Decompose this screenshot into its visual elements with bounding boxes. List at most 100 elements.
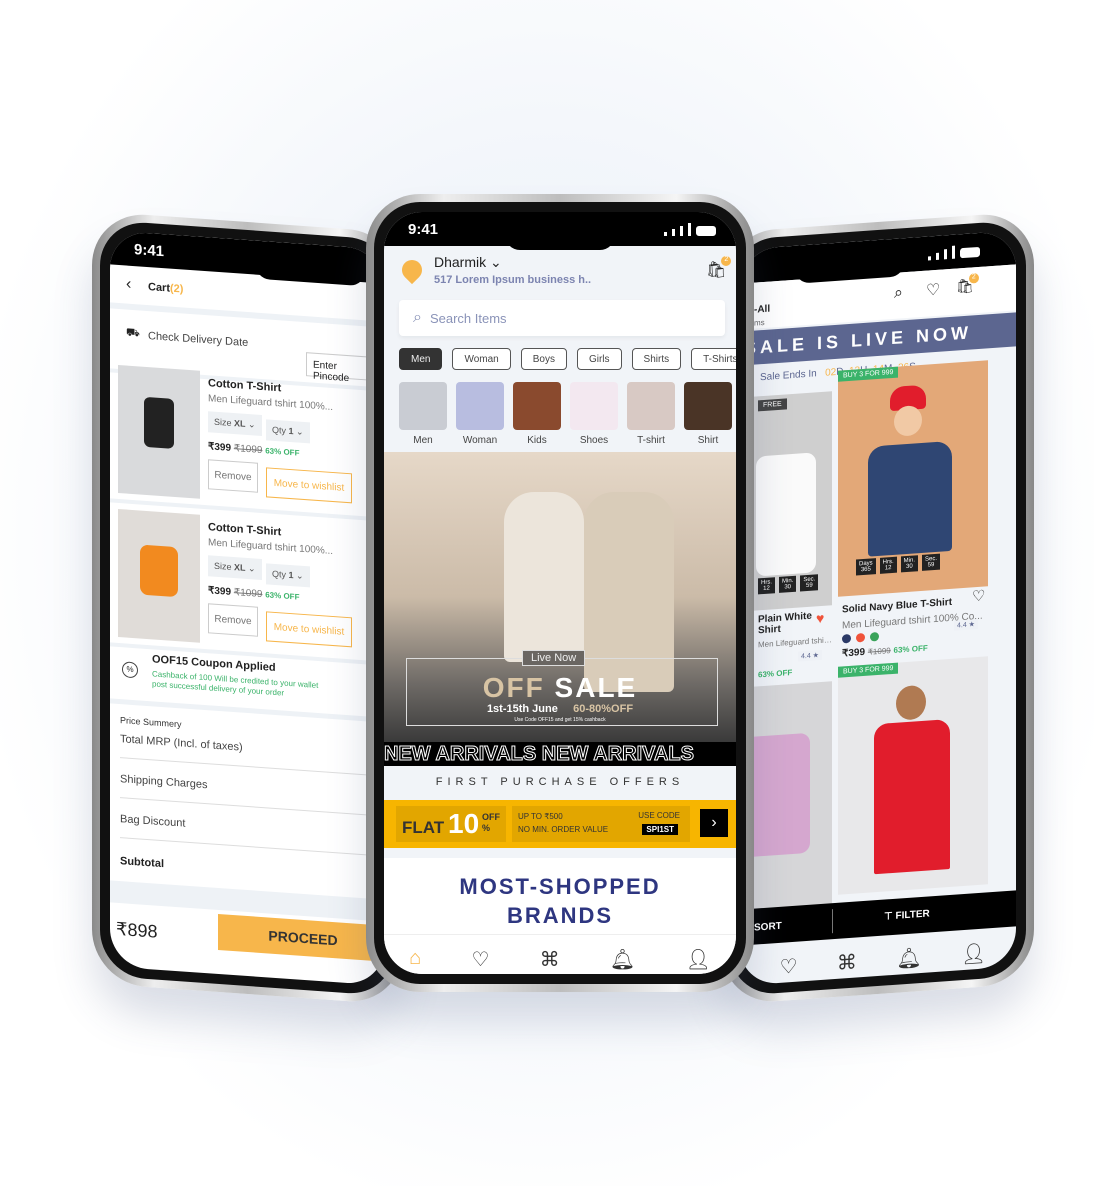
chip-woman[interactable]: Woman — [452, 348, 511, 370]
product-desc: Men Lifeguard tshirt 100%... — [758, 635, 832, 650]
sale-banner[interactable]: Live Now OFF SALE 1st-15th June 60-80%OF… — [384, 452, 736, 742]
dynamic-island — [505, 220, 615, 250]
item-discount: 63% OFF — [265, 446, 300, 458]
product-photo[interactable] — [118, 364, 200, 499]
heart-icon[interactable]: ♡ — [926, 280, 940, 301]
item-name: Cotton T-Shirt — [208, 521, 282, 539]
color-swatches[interactable] — [842, 631, 879, 644]
promo-code: SPI1ST — [642, 824, 678, 835]
product-price: ₹399 — [842, 646, 866, 660]
address: 517 Lorem Ipsum business h.. — [434, 274, 592, 286]
new-arrivals-marquee: NEW ARRIVALS NEW ARRIVALS — [384, 742, 736, 766]
summary-title: Price Summery — [120, 715, 182, 730]
cart-badge: 2 — [721, 256, 732, 266]
item-price: ₹399 — [208, 441, 232, 454]
delivery-label: Check Delivery Date — [148, 330, 249, 350]
center-phone-home: 9:41 Dharmik ⌄ 517 Lorem Ipsum business … — [366, 194, 754, 992]
search-icon[interactable]: ⌕ — [894, 284, 903, 303]
category-tshirt[interactable]: T-shirt — [627, 382, 675, 446]
first-purchase-offer[interactable]: FLAT 10 OFF% UP TO ₹500 NO MIN. ORDER VALUE… — [384, 800, 736, 848]
category-shoes[interactable]: Shoes — [570, 382, 618, 446]
subtotal-label: Subtotal — [120, 855, 164, 871]
user-name[interactable]: Dharmik ⌄ — [434, 254, 502, 271]
qty-select[interactable]: Qty 1 ⌄ — [266, 563, 310, 588]
home-screen: 9:41 Dharmik ⌄ 517 Lorem Ipsum business … — [384, 212, 736, 974]
sort-button[interactable]: SORT — [754, 921, 782, 934]
qty-select[interactable]: Qty 1 ⌄ — [266, 419, 310, 444]
offers-title: FIRST PURCHASE OFFERS — [435, 776, 685, 788]
bottom-nav: ⌂ ♡ ⌘ 🔔︎ 👤︎ — [384, 934, 736, 974]
timer-cell: Min. 30 — [779, 575, 797, 593]
product-name: Plain White Shirt — [758, 610, 812, 637]
cart-count: (2) — [170, 282, 184, 296]
status-time: 9:41 — [408, 221, 439, 238]
cart-icon[interactable]: 🛍 2 — [956, 272, 979, 295]
item-desc: Men Lifeguard tshirt 100%... — [208, 537, 334, 558]
product-photo[interactable]: BUY 3 FOR 999 Days 365 Hrs. 12 Min. 30 Sec.… — [838, 360, 988, 597]
grid-icon[interactable]: ⌘ — [837, 949, 857, 975]
product-photo[interactable] — [118, 508, 200, 643]
category-men[interactable]: Men — [399, 382, 447, 446]
timer-cell: Sec. 59 — [800, 574, 819, 592]
size-select[interactable]: Size XL ⌄ — [208, 555, 262, 581]
bell-icon[interactable]: 🔔︎ — [896, 945, 921, 972]
timer-cell: Hrs. 12 — [879, 556, 897, 574]
chip-boys[interactable]: Boys — [520, 348, 567, 370]
category-kids[interactable]: Kids — [513, 382, 561, 446]
total-amount: ₹898 — [116, 918, 158, 942]
status-time: 9:41 — [134, 241, 165, 261]
search-icon: ⌕ — [413, 309, 422, 326]
remove-button[interactable]: Remove — [208, 459, 258, 493]
user-icon[interactable]: 👤︎ — [685, 947, 710, 974]
item-mrp: ₹1099 — [233, 443, 263, 457]
heart-icon[interactable]: ♡ — [471, 947, 489, 974]
heart-icon[interactable]: ♡ — [780, 954, 798, 980]
chip-tshirts[interactable]: T-Shirts — [691, 348, 736, 370]
product-name: Solid Navy Blue T-Shirt — [842, 596, 953, 616]
summary-row: Total MRP (Incl. of taxes) — [120, 733, 370, 776]
timer-cell: Hrs. 12 — [758, 577, 775, 595]
dynamic-island — [255, 248, 365, 287]
coupon-text: Cashback of 100 Will be credited to your… — [152, 669, 319, 698]
timer-cell: Sec. 59 — [922, 553, 941, 571]
home-icon[interactable]: ⌂ — [409, 947, 421, 974]
cart-item: Cotton T-Shirt Men Lifeguard tshirt 100%… — [118, 364, 378, 523]
move-to-wishlist-button[interactable]: Move to wishlist — [266, 611, 352, 648]
proceed-button[interactable]: PROCEED — [218, 913, 384, 962]
chip-men[interactable]: Men — [399, 348, 443, 370]
item-discount: 63% OFF — [265, 590, 300, 602]
back-arrow-icon[interactable]: ‹ — [126, 276, 131, 294]
cart-screen: 9:41 ‹ Cart(2) ⛟ Check Delivery Date Ent… — [110, 230, 384, 986]
move-to-wishlist-button[interactable]: Move to wishlist — [266, 467, 352, 504]
cart-icon[interactable]: 🛍 2 — [706, 256, 732, 280]
bell-icon[interactable]: 🔔︎ — [610, 947, 635, 974]
left-phone-cart: 9:41 ‹ Cart(2) ⛟ Check Delivery Date Ent… — [92, 211, 402, 1005]
chip-girls[interactable]: Girls — [576, 348, 622, 370]
chip-shirts[interactable]: Shirts — [631, 348, 682, 370]
brands-title: MOST-SHOPPED BRANDS — [459, 874, 661, 928]
item-desc: Men Lifeguard tshirt 100%... — [208, 393, 334, 414]
remove-button[interactable]: Remove — [208, 603, 258, 637]
user-icon[interactable]: 👤︎ — [961, 940, 986, 967]
cart-item: Cotton T-Shirt Men Lifeguard tshirt 100%… — [118, 508, 378, 667]
grid-icon[interactable]: ⌘ — [540, 947, 560, 974]
item-mrp: ₹1099 — [233, 587, 263, 601]
product-photo[interactable]: BUY 3 FOR 999 — [838, 656, 988, 895]
product-mrp: ₹1099 — [867, 646, 891, 657]
wishlist-filled-icon[interactable]: ♥ — [816, 610, 824, 627]
category-tiles: Men Woman Kids Shoes T-shirt Shirt — [399, 382, 732, 446]
category-woman[interactable]: Woman — [456, 382, 504, 446]
live-now-label: Live Now — [522, 650, 586, 666]
right-phone-listing: Men-All 36 Items ⌕ ♡ 🛍2 SALE IS LIVE NOW… — [722, 211, 1034, 1005]
cart-title: Cart — [148, 281, 171, 295]
size-select[interactable]: Size XL ⌄ — [208, 411, 262, 437]
category-shirt[interactable]: Shirt — [684, 382, 732, 446]
chevron-right-icon[interactable]: › — [700, 809, 728, 837]
wishlist-icon[interactable]: ♡ — [972, 586, 985, 605]
search-input[interactable]: ⌕ Search Items — [399, 300, 725, 336]
item-name: Cotton T-Shirt — [208, 377, 282, 395]
category-chips: Men Woman Boys Girls Shirts T-Shirts — [399, 348, 736, 370]
offer-badge: FREE — [758, 398, 787, 412]
filter-button[interactable]: ⊤ FILTER — [884, 908, 930, 922]
rating-badge: 4.4 ★ — [798, 649, 822, 662]
